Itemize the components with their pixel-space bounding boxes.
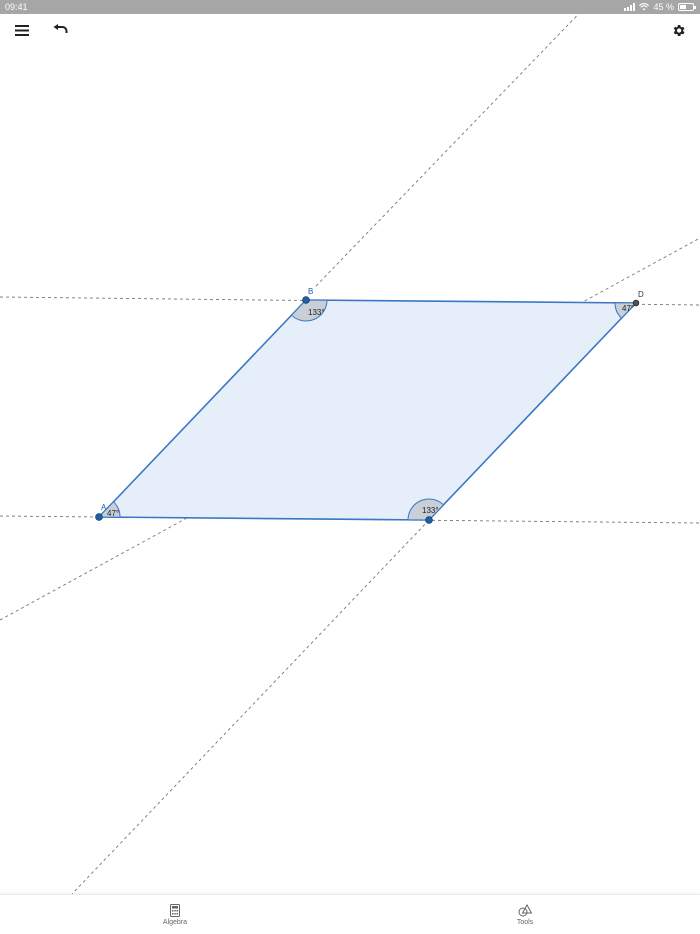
parallelogram-polygon[interactable] <box>97 299 638 521</box>
point-b-label: B <box>308 287 313 296</box>
guide-line-through-b[interactable] <box>315 14 592 287</box>
status-indicators: 45 % <box>624 0 696 14</box>
angle-a-label: 47° <box>107 509 119 518</box>
point-a[interactable] <box>95 513 103 521</box>
battery-level <box>680 5 687 9</box>
battery-percentage: 45 % <box>653 2 674 12</box>
calculator-icon <box>170 904 180 917</box>
tab-algebra[interactable]: Algebra <box>115 895 235 934</box>
point-a-label: A <box>101 503 107 512</box>
status-time: 09:41 <box>5 2 28 12</box>
tab-algebra-label: Algebra <box>162 919 188 926</box>
point-d[interactable] <box>632 299 640 307</box>
point-c[interactable] <box>425 516 433 524</box>
point-b[interactable] <box>302 296 310 304</box>
point-d-label: D <box>638 290 644 299</box>
angle-b-label: 133° <box>308 308 325 317</box>
graphics-view[interactable]: 47° 133° 133° 47° A B D <box>0 14 700 894</box>
bottom-navigation: Algebra Tools <box>0 894 700 934</box>
status-bar: 09:41 45 % <box>0 0 700 14</box>
battery-icon <box>678 3 696 11</box>
cellular-signal-icon <box>624 3 636 11</box>
shapes-icon <box>518 904 532 917</box>
guide-line-through-c[interactable] <box>71 519 430 894</box>
tab-tools-label: Tools <box>516 919 534 926</box>
wifi-icon <box>639 3 650 11</box>
tab-tools[interactable]: Tools <box>465 895 585 934</box>
angle-c-label: 133° <box>422 506 439 515</box>
angle-d-label: 47° <box>622 304 634 313</box>
